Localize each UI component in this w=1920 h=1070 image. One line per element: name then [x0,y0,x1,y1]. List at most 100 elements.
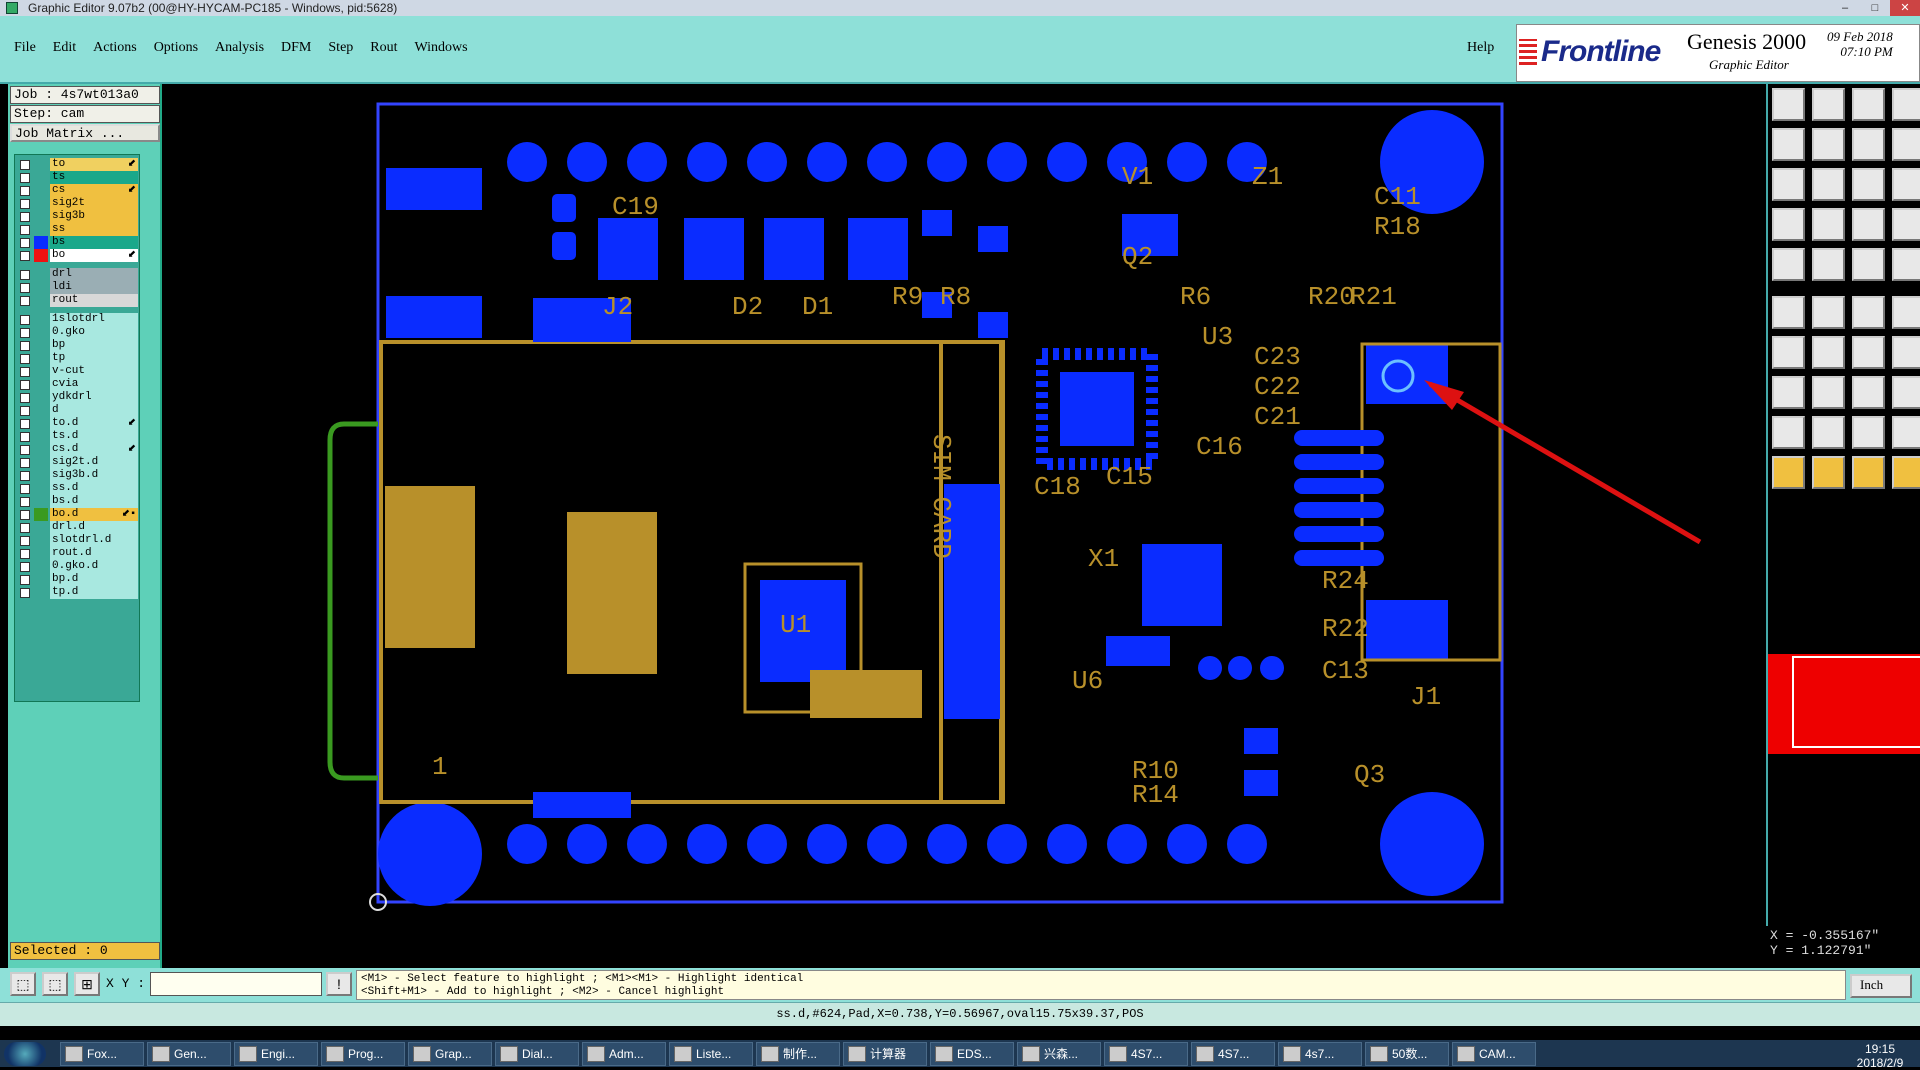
text-icon[interactable] [1772,416,1805,449]
grid-icon[interactable]: ⊞ [74,972,100,996]
layer-checkbox[interactable] [20,354,30,364]
grid-icon[interactable] [1812,208,1845,241]
layer-name[interactable]: tp.d [50,586,138,599]
layer-checkbox[interactable] [20,406,30,416]
poly3-icon[interactable] [1892,416,1920,449]
layer-checkbox[interactable] [20,199,30,209]
move-icon[interactable] [1772,296,1805,329]
window-icon[interactable] [1892,88,1920,121]
measure-icon[interactable]: ⬚ [42,972,68,996]
menu-help[interactable]: Help [1467,40,1494,56]
add-pad-icon[interactable] [1772,248,1805,281]
xy-input[interactable] [150,972,322,996]
taskbar-item[interactable]: 制作... [756,1042,840,1066]
layer-checkbox[interactable] [20,341,30,351]
redraw-icon[interactable] [1812,168,1845,201]
snap-icon[interactable] [1772,208,1805,241]
graphic-canvas[interactable]: V1 Z1 C11 R18 C19 Q2 J2 D2 D1 R9 R8 R6 R20 R21 U3 C23 C2… [162,84,1766,972]
taskbar-item[interactable]: Engi... [234,1042,318,1066]
layer-checkbox[interactable] [20,458,30,468]
layer-checkbox[interactable] [20,212,30,222]
layer-checkbox[interactable] [20,484,30,494]
add-line-icon[interactable] [1812,248,1845,281]
layer-checkbox[interactable] [20,549,30,559]
scale-icon[interactable] [1852,168,1885,201]
layers-icon[interactable] [1852,208,1885,241]
layer-checkbox[interactable] [20,575,30,585]
layer-checkbox[interactable] [20,588,30,598]
shape-icon[interactable] [1892,336,1920,369]
surface-icon[interactable] [1892,248,1920,281]
open-icon[interactable] [1772,88,1805,121]
layer-row-tp.d[interactable]: tp.d [17,585,139,600]
arc-icon[interactable] [1812,336,1845,369]
unit-selector[interactable]: Inch [1850,974,1912,998]
layer-checkbox[interactable] [20,523,30,533]
copy-icon[interactable] [1772,376,1805,409]
menu-edit[interactable]: Edit [53,40,76,56]
overview-map[interactable] [1768,654,1920,754]
layer-checkbox[interactable] [20,296,30,306]
snap-icon[interactable]: ⬚ [10,972,36,996]
layer-checkbox[interactable] [20,419,30,429]
layer-checkbox[interactable] [20,510,30,520]
taskbar-item[interactable]: Fox... [60,1042,144,1066]
poly2-icon[interactable] [1852,416,1885,449]
layer-checkbox[interactable] [20,445,30,455]
select-icon[interactable] [1772,456,1805,489]
overview-viewport[interactable] [1792,656,1920,748]
zoom-in-icon[interactable] [1772,128,1805,161]
ruler-icon[interactable] [1852,248,1885,281]
layer-checkbox[interactable] [20,160,30,170]
menu-options[interactable]: Options [154,40,198,56]
menu-analysis[interactable]: Analysis [215,40,264,56]
delete-icon[interactable] [1812,296,1845,329]
save-icon[interactable] [1812,88,1845,121]
taskbar-item[interactable]: EDS... [930,1042,1014,1066]
net-icon[interactable] [1892,208,1920,241]
menu-dfm[interactable]: DFM [281,40,311,56]
menu-rout[interactable]: Rout [370,40,397,56]
menu-windows[interactable]: Windows [415,40,468,56]
taskbar-item[interactable]: Liste... [669,1042,753,1066]
layer-checkbox[interactable] [20,238,30,248]
start-button[interactable] [4,1042,46,1066]
layer-checkbox[interactable] [20,315,30,325]
close-icon[interactable]: ✕ [1890,0,1920,16]
menu-step[interactable]: Step [328,40,353,56]
layer-row-bo[interactable]: bo ⬋ [17,248,139,263]
resize-icon[interactable] [1892,376,1920,409]
taskbar-item[interactable]: 4s7... [1278,1042,1362,1066]
maximize-icon[interactable]: □ [1860,0,1890,16]
layer-checkbox[interactable] [20,251,30,261]
taskbar-item[interactable]: Prog... [321,1042,405,1066]
layer-checkbox[interactable] [20,173,30,183]
layer-checkbox[interactable] [20,393,30,403]
layer-checkbox[interactable] [20,328,30,338]
polygon-icon[interactable] [1812,416,1845,449]
taskbar-item[interactable]: 计算器 [843,1042,927,1066]
system-clock[interactable]: 19:15 2018/2/9 [1840,1042,1920,1070]
job-matrix-button[interactable]: Job Matrix ... [10,124,160,142]
menu-actions[interactable]: Actions [93,40,137,56]
layer-checkbox[interactable] [20,367,30,377]
pan-icon[interactable] [1772,168,1805,201]
layer-checkbox[interactable] [20,270,30,280]
zoom-out-icon[interactable] [1812,128,1845,161]
layer-checkbox[interactable] [20,536,30,546]
select2-icon[interactable] [1812,456,1845,489]
zoom-fit-icon[interactable] [1892,128,1920,161]
drill-icon[interactable] [1812,376,1845,409]
layer-checkbox[interactable] [20,186,30,196]
rotate-icon[interactable] [1852,296,1885,329]
taskbar-item[interactable]: CAM... [1452,1042,1536,1066]
taskbar-item[interactable]: 50数... [1365,1042,1449,1066]
taskbar-item[interactable]: Dial... [495,1042,579,1066]
layer-checkbox[interactable] [20,283,30,293]
menu-file[interactable]: File [14,40,36,56]
layer-checkbox[interactable] [20,380,30,390]
layer-checkbox[interactable] [20,497,30,507]
route-icon[interactable] [1892,456,1920,489]
line-icon[interactable] [1772,336,1805,369]
layer-checkbox[interactable] [20,432,30,442]
